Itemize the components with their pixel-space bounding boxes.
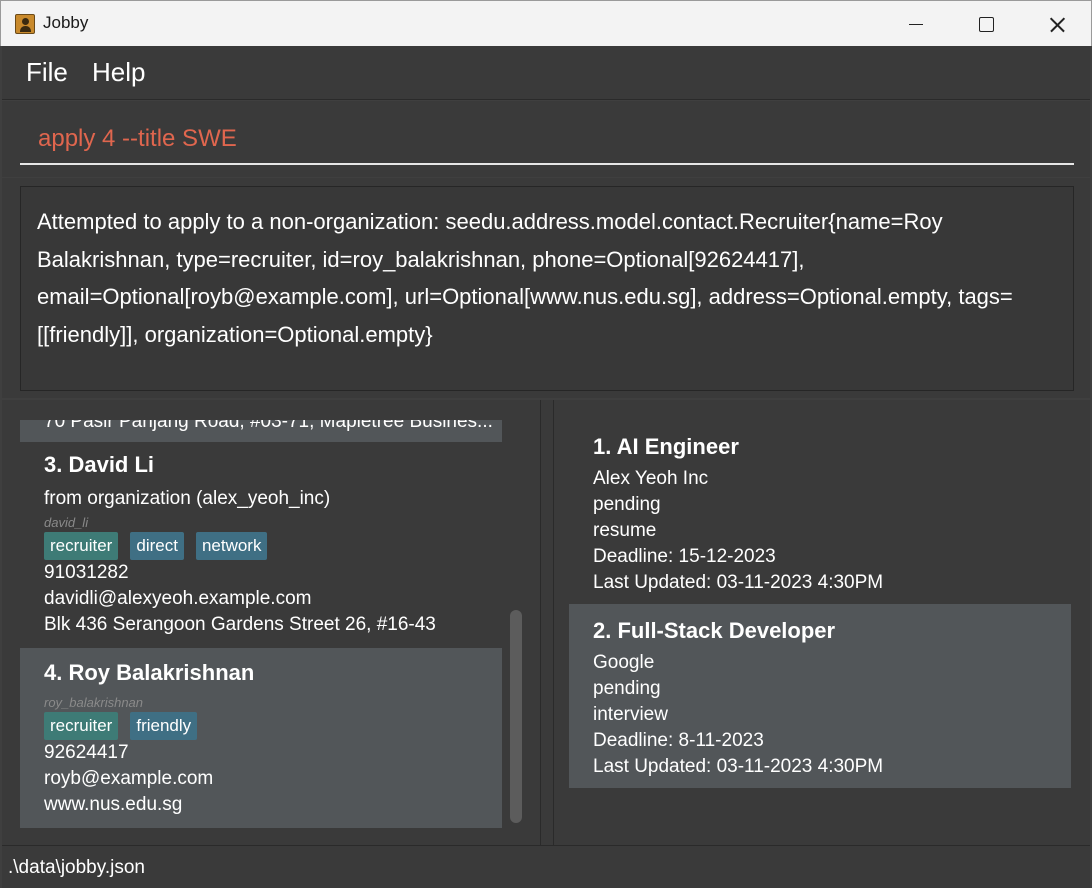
minimize-button[interactable] — [881, 1, 951, 47]
maximize-button[interactable] — [951, 1, 1021, 47]
tag-recruiter: recruiter — [44, 712, 119, 740]
contact-email: royb@example.com — [44, 768, 214, 789]
menu-bar: File Help — [2, 46, 1090, 100]
contact-phone: 91031282 — [44, 562, 129, 583]
contact-name: 3. David Li — [44, 452, 155, 477]
application-stage: resume — [593, 520, 657, 541]
application-deadline: Deadline: 15-12-2023 — [593, 546, 776, 567]
contact-card-selected[interactable]: 4. Roy Balakrishnan roy_balakrishnan rec… — [20, 648, 502, 828]
command-box — [2, 101, 1090, 177]
contact-card[interactable]: 3. David Li from organization (alex_yeoh… — [20, 442, 502, 648]
contact-id: roy_balakrishnan — [44, 695, 144, 710]
contact-name: 4. Roy Balakrishnan — [44, 660, 255, 685]
result-display: Attempted to apply to a non-organization… — [2, 178, 1090, 398]
application-list[interactable]: 1. AI Engineer Alex Yeoh Inc pending res… — [569, 420, 1071, 788]
contact-id: david_li — [44, 515, 89, 530]
contact-email: davidli@alexyeoh.example.com — [44, 588, 312, 609]
application-status: pending — [593, 494, 661, 515]
save-location: .\data\jobby.json — [8, 857, 145, 878]
result-text: Attempted to apply to a non-organization… — [37, 209, 1013, 347]
tag-network: network — [195, 532, 268, 560]
close-button[interactable] — [1021, 1, 1091, 47]
tag-direct: direct — [130, 532, 184, 560]
contact-organization: from organization (alex_yeoh_inc) — [44, 488, 331, 509]
contact-address: Blk 436 Serangoon Gardens Street 26, #16… — [44, 614, 436, 635]
application-company: Google — [593, 652, 655, 673]
title-bar: Jobby — [0, 0, 1092, 46]
application-card[interactable]: 2. Full-Stack Developer Google pending i… — [569, 604, 1071, 788]
application-status: pending — [593, 678, 661, 699]
menu-file[interactable]: File — [26, 57, 68, 88]
application-title: 1. AI Engineer — [593, 434, 739, 459]
window-title: Jobby — [43, 13, 89, 32]
status-bar: .\data\jobby.json — [2, 845, 1090, 888]
application-card[interactable]: 1. AI Engineer Alex Yeoh Inc pending res… — [569, 420, 1071, 604]
application-deadline: Deadline: 8-11-2023 — [593, 730, 764, 751]
contact-tags: recruiter direct network — [44, 532, 268, 560]
application-company: Alex Yeoh Inc — [593, 468, 709, 489]
list-panels: 70 Pasir Panjang Road, #03-71, Mapletree… — [2, 400, 1090, 845]
app-icon — [15, 14, 35, 34]
contact-address: 70 Pasir Panjang Road, #03-71, Mapletree… — [44, 420, 493, 432]
contact-url: www.nus.edu.sg — [44, 794, 183, 815]
application-last-updated: Last Updated: 03-11-2023 4:30PM — [593, 572, 884, 593]
panel-divider[interactable] — [540, 400, 554, 845]
contact-phone: 92624417 — [44, 742, 129, 763]
command-input[interactable] — [20, 115, 1074, 165]
tag-recruiter: recruiter — [44, 532, 119, 560]
tag-friendly: friendly — [130, 712, 198, 740]
contact-tags: recruiter friendly — [44, 712, 198, 740]
menu-help[interactable]: Help — [92, 57, 145, 88]
contact-list-scrollbar[interactable] — [510, 610, 522, 823]
contact-card[interactable]: 70 Pasir Panjang Road, #03-71, Mapletree… — [20, 420, 502, 442]
contact-list[interactable]: 70 Pasir Panjang Road, #03-71, Mapletree… — [20, 420, 502, 828]
result-box[interactable]: Attempted to apply to a non-organization… — [20, 186, 1074, 391]
application-title: 2. Full-Stack Developer — [593, 618, 836, 643]
application-stage: interview — [593, 704, 668, 725]
application-last-updated: Last Updated: 03-11-2023 4:30PM — [593, 756, 884, 777]
